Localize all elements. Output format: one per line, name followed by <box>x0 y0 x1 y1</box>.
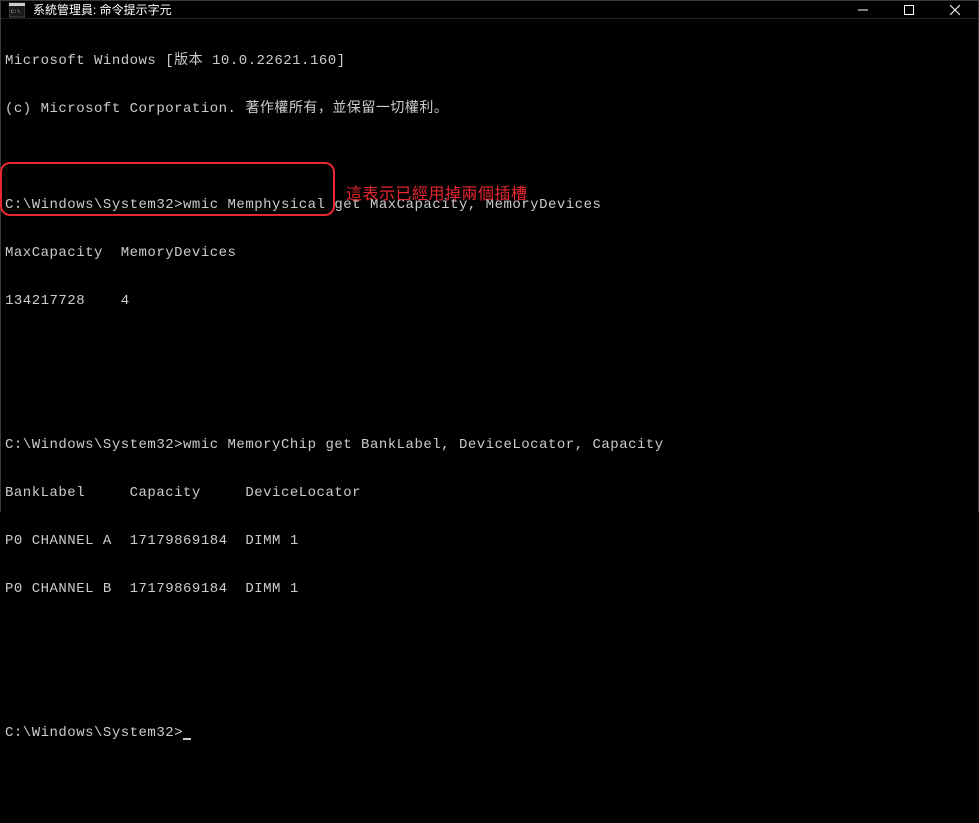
terminal-line: P0 CHANNEL B 17179869184 DIMM 1 <box>5 581 974 597</box>
titlebar[interactable]: C:\ 系統管理員: 命令提示字元 <box>1 1 978 19</box>
terminal-line: MaxCapacity MemoryDevices <box>5 245 974 261</box>
command-prompt-window: C:\ 系統管理員: 命令提示字元 Microsoft Windows [版本 … <box>0 0 979 512</box>
terminal-line: (c) Microsoft Corporation. 著作權所有，並保留一切權利… <box>5 101 974 117</box>
svg-text:C:\: C:\ <box>11 9 20 15</box>
cursor <box>183 738 191 740</box>
terminal-line: 134217728 4 <box>5 293 974 309</box>
terminal-line <box>5 629 974 645</box>
close-button[interactable] <box>932 1 978 18</box>
terminal-line <box>5 149 974 165</box>
terminal-line: BankLabel Capacity DeviceLocator <box>5 485 974 501</box>
annotation-text: 這表示已經用掉兩個插槽 <box>346 187 528 203</box>
terminal-prompt-line: C:\Windows\System32> <box>5 725 974 741</box>
terminal-output[interactable]: Microsoft Windows [版本 10.0.22621.160] (c… <box>1 19 978 823</box>
cmd-icon: C:\ <box>9 2 25 18</box>
window-title: 系統管理員: 命令提示字元 <box>33 1 840 18</box>
terminal-line: P0 CHANNEL A 17179869184 DIMM 1 <box>5 533 974 549</box>
terminal-line <box>5 677 974 693</box>
terminal-line <box>5 389 974 405</box>
window-controls <box>840 1 978 18</box>
terminal-line: C:\Windows\System32>wmic MemoryChip get … <box>5 437 974 453</box>
terminal-line <box>5 341 974 357</box>
maximize-button[interactable] <box>886 1 932 18</box>
terminal-line: Microsoft Windows [版本 10.0.22621.160] <box>5 53 974 69</box>
terminal-prompt: C:\Windows\System32> <box>5 725 183 741</box>
minimize-button[interactable] <box>840 1 886 18</box>
